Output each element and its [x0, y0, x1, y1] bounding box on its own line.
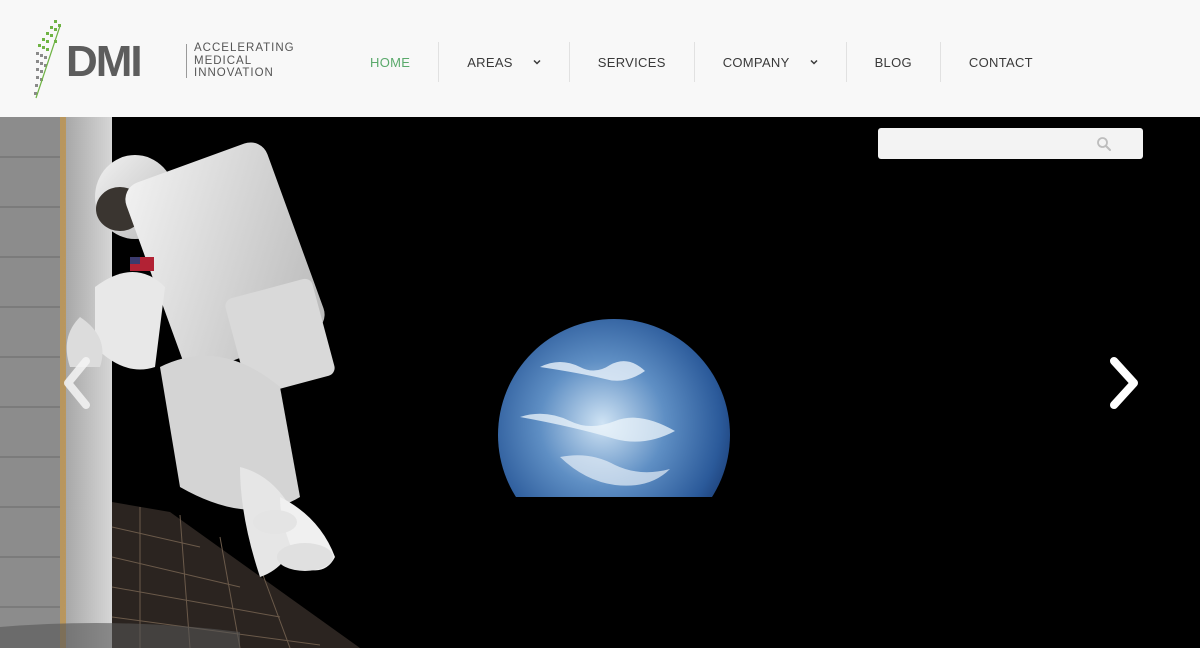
logo-divider: [186, 44, 187, 78]
nav-item-blog[interactable]: BLOG: [845, 42, 940, 82]
nav-item-areas[interactable]: AREAS: [438, 42, 569, 82]
hero-carousel: [0, 117, 1200, 648]
nav-label: HOME: [370, 54, 411, 70]
hero-slide-image: [0, 117, 1200, 648]
dmi-logo[interactable]: DMI ACCELERATING MEDICAL INNOVATION: [32, 18, 302, 102]
nav-label: AREAS: [467, 54, 513, 70]
logo-leaf-icon: [34, 20, 61, 99]
chevron-down-icon: [810, 59, 818, 65]
nav-item-company[interactable]: COMPANY: [693, 42, 846, 82]
nav-label: COMPANY: [722, 54, 790, 70]
tagline-line-1: ACCELERATING: [194, 42, 295, 54]
nav-item-contact[interactable]: CONTACT: [939, 42, 1061, 82]
logo-tagline: ACCELERATING MEDICAL INNOVATION: [194, 42, 304, 80]
chevron-left-icon[interactable]: [56, 353, 100, 413]
search-input[interactable]: [878, 128, 1108, 159]
main-nav: HOME AREAS SERVICES COMPANY BLOG CONTACT: [342, 42, 1061, 82]
nav-label: CONTACT: [968, 54, 1033, 70]
logo-wordmark: DMI: [66, 37, 143, 86]
chevron-right-icon[interactable]: [1102, 353, 1146, 413]
site-header: DMI ACCELERATING MEDICAL INNOVATION HOME…: [0, 0, 1200, 117]
nav-item-services[interactable]: SERVICES: [568, 42, 694, 82]
nav-label: BLOG: [874, 54, 912, 70]
tagline-line-2: MEDICAL: [194, 54, 253, 67]
nav-item-home[interactable]: HOME: [342, 42, 438, 82]
chevron-down-icon: [533, 59, 541, 65]
nav-label: SERVICES: [597, 54, 666, 70]
search-icon[interactable]: [1096, 136, 1112, 152]
tagline-line-3: INNOVATION: [194, 67, 274, 79]
